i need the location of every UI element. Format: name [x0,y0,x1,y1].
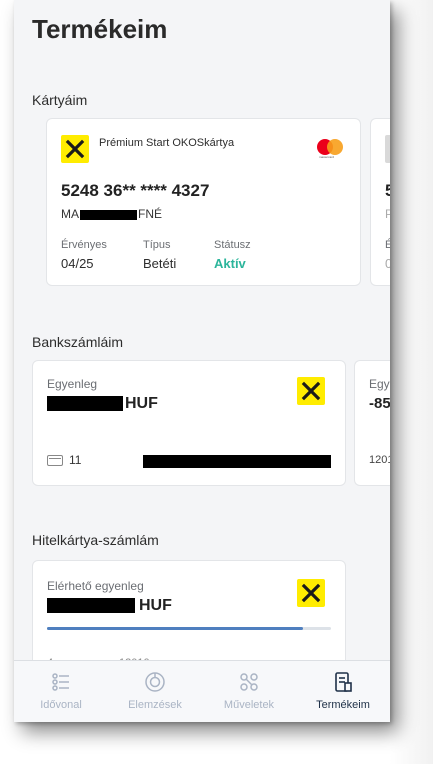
type-value: Betéti [143,256,177,271]
status-badge: Aktív [214,256,246,271]
tab-label: Termékeim [316,699,370,711]
section-title-cards: Kártyáim [32,92,88,108]
raiffeisen-logo [297,377,325,405]
debit-card[interactable]: Prémium Start OKOSkártya mastercard 5248… [46,118,361,286]
peek-card-label: É [385,239,390,251]
tab-products[interactable]: Termékeim [296,661,390,722]
peek-card-holder: P [385,207,390,221]
card-number: 5248 36** **** 4327 [61,181,210,200]
tab-label: Idővonal [40,699,82,711]
tab-operations[interactable]: Műveletek [202,661,296,722]
next-account-peek[interactable]: Egyenl -85 5 120104 [354,360,390,486]
raiffeisen-logo [61,135,89,163]
tab-timeline[interactable]: Idővonal [14,661,108,722]
available-balance-currency: HUF [139,597,172,614]
tab-label: Elemzések [128,699,182,711]
type-label: Típus [143,239,171,251]
card-name: Prémium Start OKOSkártya [99,137,235,149]
tab-analytics[interactable]: Elemzések [108,661,202,722]
account-icon [47,455,63,466]
page-title: Termékeim [32,14,168,44]
valid-value: 04/25 [61,256,94,271]
peek-card-value: 0 [385,256,390,271]
section-title-credit: Hitelkártya-számlám [32,532,159,548]
screenshot-frame: Termékeim Kártyáim Prémium Start OKOSkár… [0,0,433,764]
next-card-peek[interactable]: 5 P É 0 [370,118,390,286]
section-title-accounts: Bankszámláim [32,334,124,350]
timeline-icon [52,673,69,691]
status-label: Státusz [214,239,251,251]
redacted-balance [47,396,123,411]
mastercard-logo: mastercard [315,137,345,159]
card-holder: MA FNÉ [61,207,162,221]
phone-screen: Termékeim Kártyáim Prémium Start OKOSkár… [14,0,390,722]
products-icon [335,672,352,692]
tab-label: Műveletek [223,699,275,711]
balance-label: Egyenleg [47,377,98,391]
redacted-account-number [143,455,331,468]
redacted-available-balance [47,598,135,613]
account-number-prefix: 11 [69,453,82,467]
bottom-tab-bar: Idővonal Elemzések Műveletek Termékeim [14,660,390,722]
balance-currency: HUF [125,395,158,412]
credit-progress-fill [47,627,303,630]
raiffeisen-logo-peek [385,135,390,163]
raiffeisen-logo [297,579,325,607]
available-balance-label: Elérhető egyenleg [47,579,144,593]
peek-balance-label: Egyenl [369,377,390,391]
valid-label: Érvényes [61,239,107,251]
redacted-name [80,209,137,220]
peek-account-number: 120104 [369,454,390,466]
bank-account-card[interactable]: Egyenleg HUF 11 [32,360,346,486]
peek-card-number: 5 [385,181,390,200]
operations-icon [240,673,258,691]
analytics-icon [145,672,165,692]
peek-balance-value: -85 5 [369,395,390,412]
